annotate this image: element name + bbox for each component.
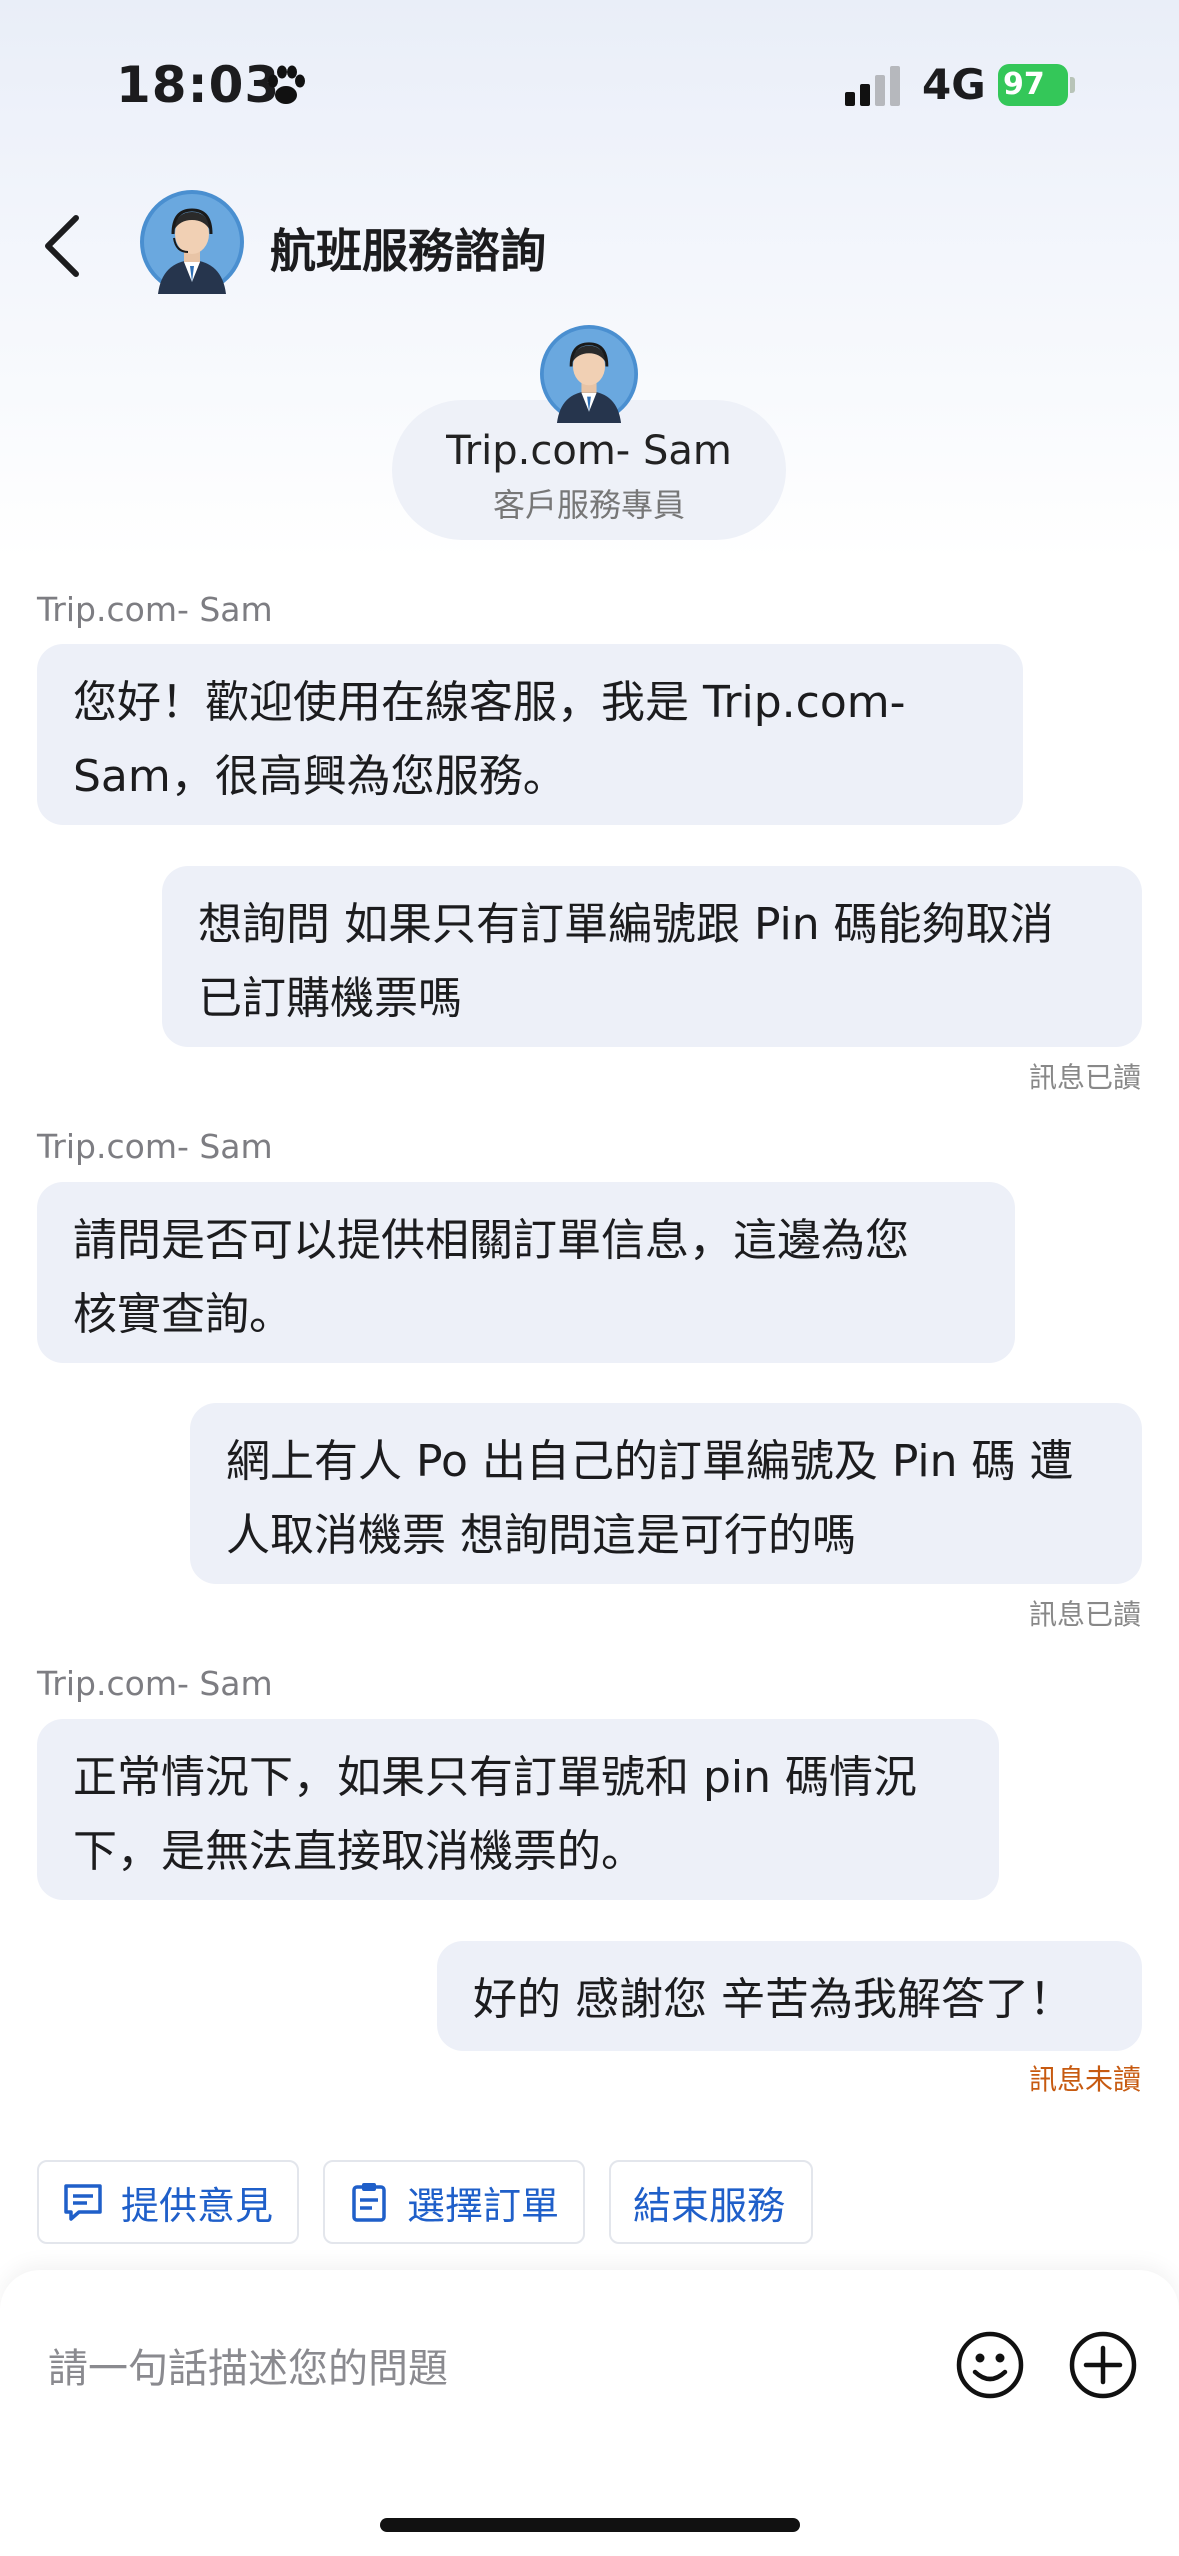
status-bar: 18:03 4G 97 bbox=[0, 0, 1179, 170]
read-status: 訊息未讀 bbox=[1028, 2063, 1141, 2096]
message-bubble-incoming: 您好！歡迎使用在線客服，我是 Trip.com- Sam，很高興為您服務。 bbox=[37, 644, 1023, 825]
select-order-button[interactable]: 選擇訂單 bbox=[323, 2160, 585, 2244]
message-sender: Trip.com- Sam bbox=[37, 1664, 273, 1703]
battery-icon: 97 bbox=[998, 64, 1075, 106]
select-order-label: 選擇訂單 bbox=[407, 2183, 560, 2228]
agent-card-avatar-icon bbox=[540, 325, 638, 423]
input-bar bbox=[0, 2270, 1179, 2556]
end-service-label: 結束服務 bbox=[633, 2183, 786, 2228]
message-bubble-outgoing: 好的 感謝您 辛苦為我解答了！ bbox=[437, 1941, 1142, 2051]
status-time: 18:03 bbox=[116, 56, 281, 114]
signal-icon bbox=[845, 66, 900, 106]
page-title: 航班服務諮詢 bbox=[270, 224, 546, 278]
message-input[interactable]: 請一句話描述您的問題 bbox=[48, 2336, 448, 2394]
agent-role: 客戶服務專員 bbox=[492, 486, 685, 524]
feedback-icon bbox=[64, 2184, 102, 2221]
message-bubble-incoming: 請問是否可以提供相關訂單信息，這邊為您 核實查詢。 bbox=[37, 1182, 1015, 1363]
message-sender: Trip.com- Sam bbox=[37, 1127, 273, 1166]
agent-avatar-icon bbox=[140, 190, 244, 294]
message-sender: Trip.com- Sam bbox=[37, 590, 273, 629]
plus-icon[interactable] bbox=[1068, 2330, 1138, 2400]
home-indicator bbox=[380, 2518, 800, 2532]
paw-icon bbox=[268, 65, 305, 104]
feedback-label: 提供意見 bbox=[121, 2183, 274, 2228]
message-bubble-outgoing: 網上有人 Po 出自己的訂單編號及 Pin 碼 遭 人取消機票 想詢問這是可行的… bbox=[190, 1403, 1142, 1584]
read-status: 訊息已讀 bbox=[1028, 1598, 1141, 1631]
message-bubble-incoming: 正常情況下，如果只有訂單號和 pin 碼情況 下，是無法直接取消機票的。 bbox=[37, 1719, 999, 1900]
emoji-icon[interactable] bbox=[955, 2330, 1025, 2400]
agent-name: Trip.com- Sam bbox=[446, 428, 732, 474]
back-button[interactable] bbox=[36, 210, 92, 282]
end-service-button[interactable]: 結束服務 bbox=[609, 2160, 813, 2244]
battery-level: 97 bbox=[1003, 67, 1045, 102]
network-type: 4G bbox=[922, 60, 986, 109]
message-bubble-outgoing: 想詢問 如果只有訂單編號跟 Pin 碼能夠取消 已訂購機票嗎 bbox=[162, 866, 1142, 1047]
clipboard-icon bbox=[352, 2183, 386, 2222]
feedback-button[interactable]: 提供意見 bbox=[37, 2160, 299, 2244]
read-status: 訊息已讀 bbox=[1028, 1061, 1141, 1094]
